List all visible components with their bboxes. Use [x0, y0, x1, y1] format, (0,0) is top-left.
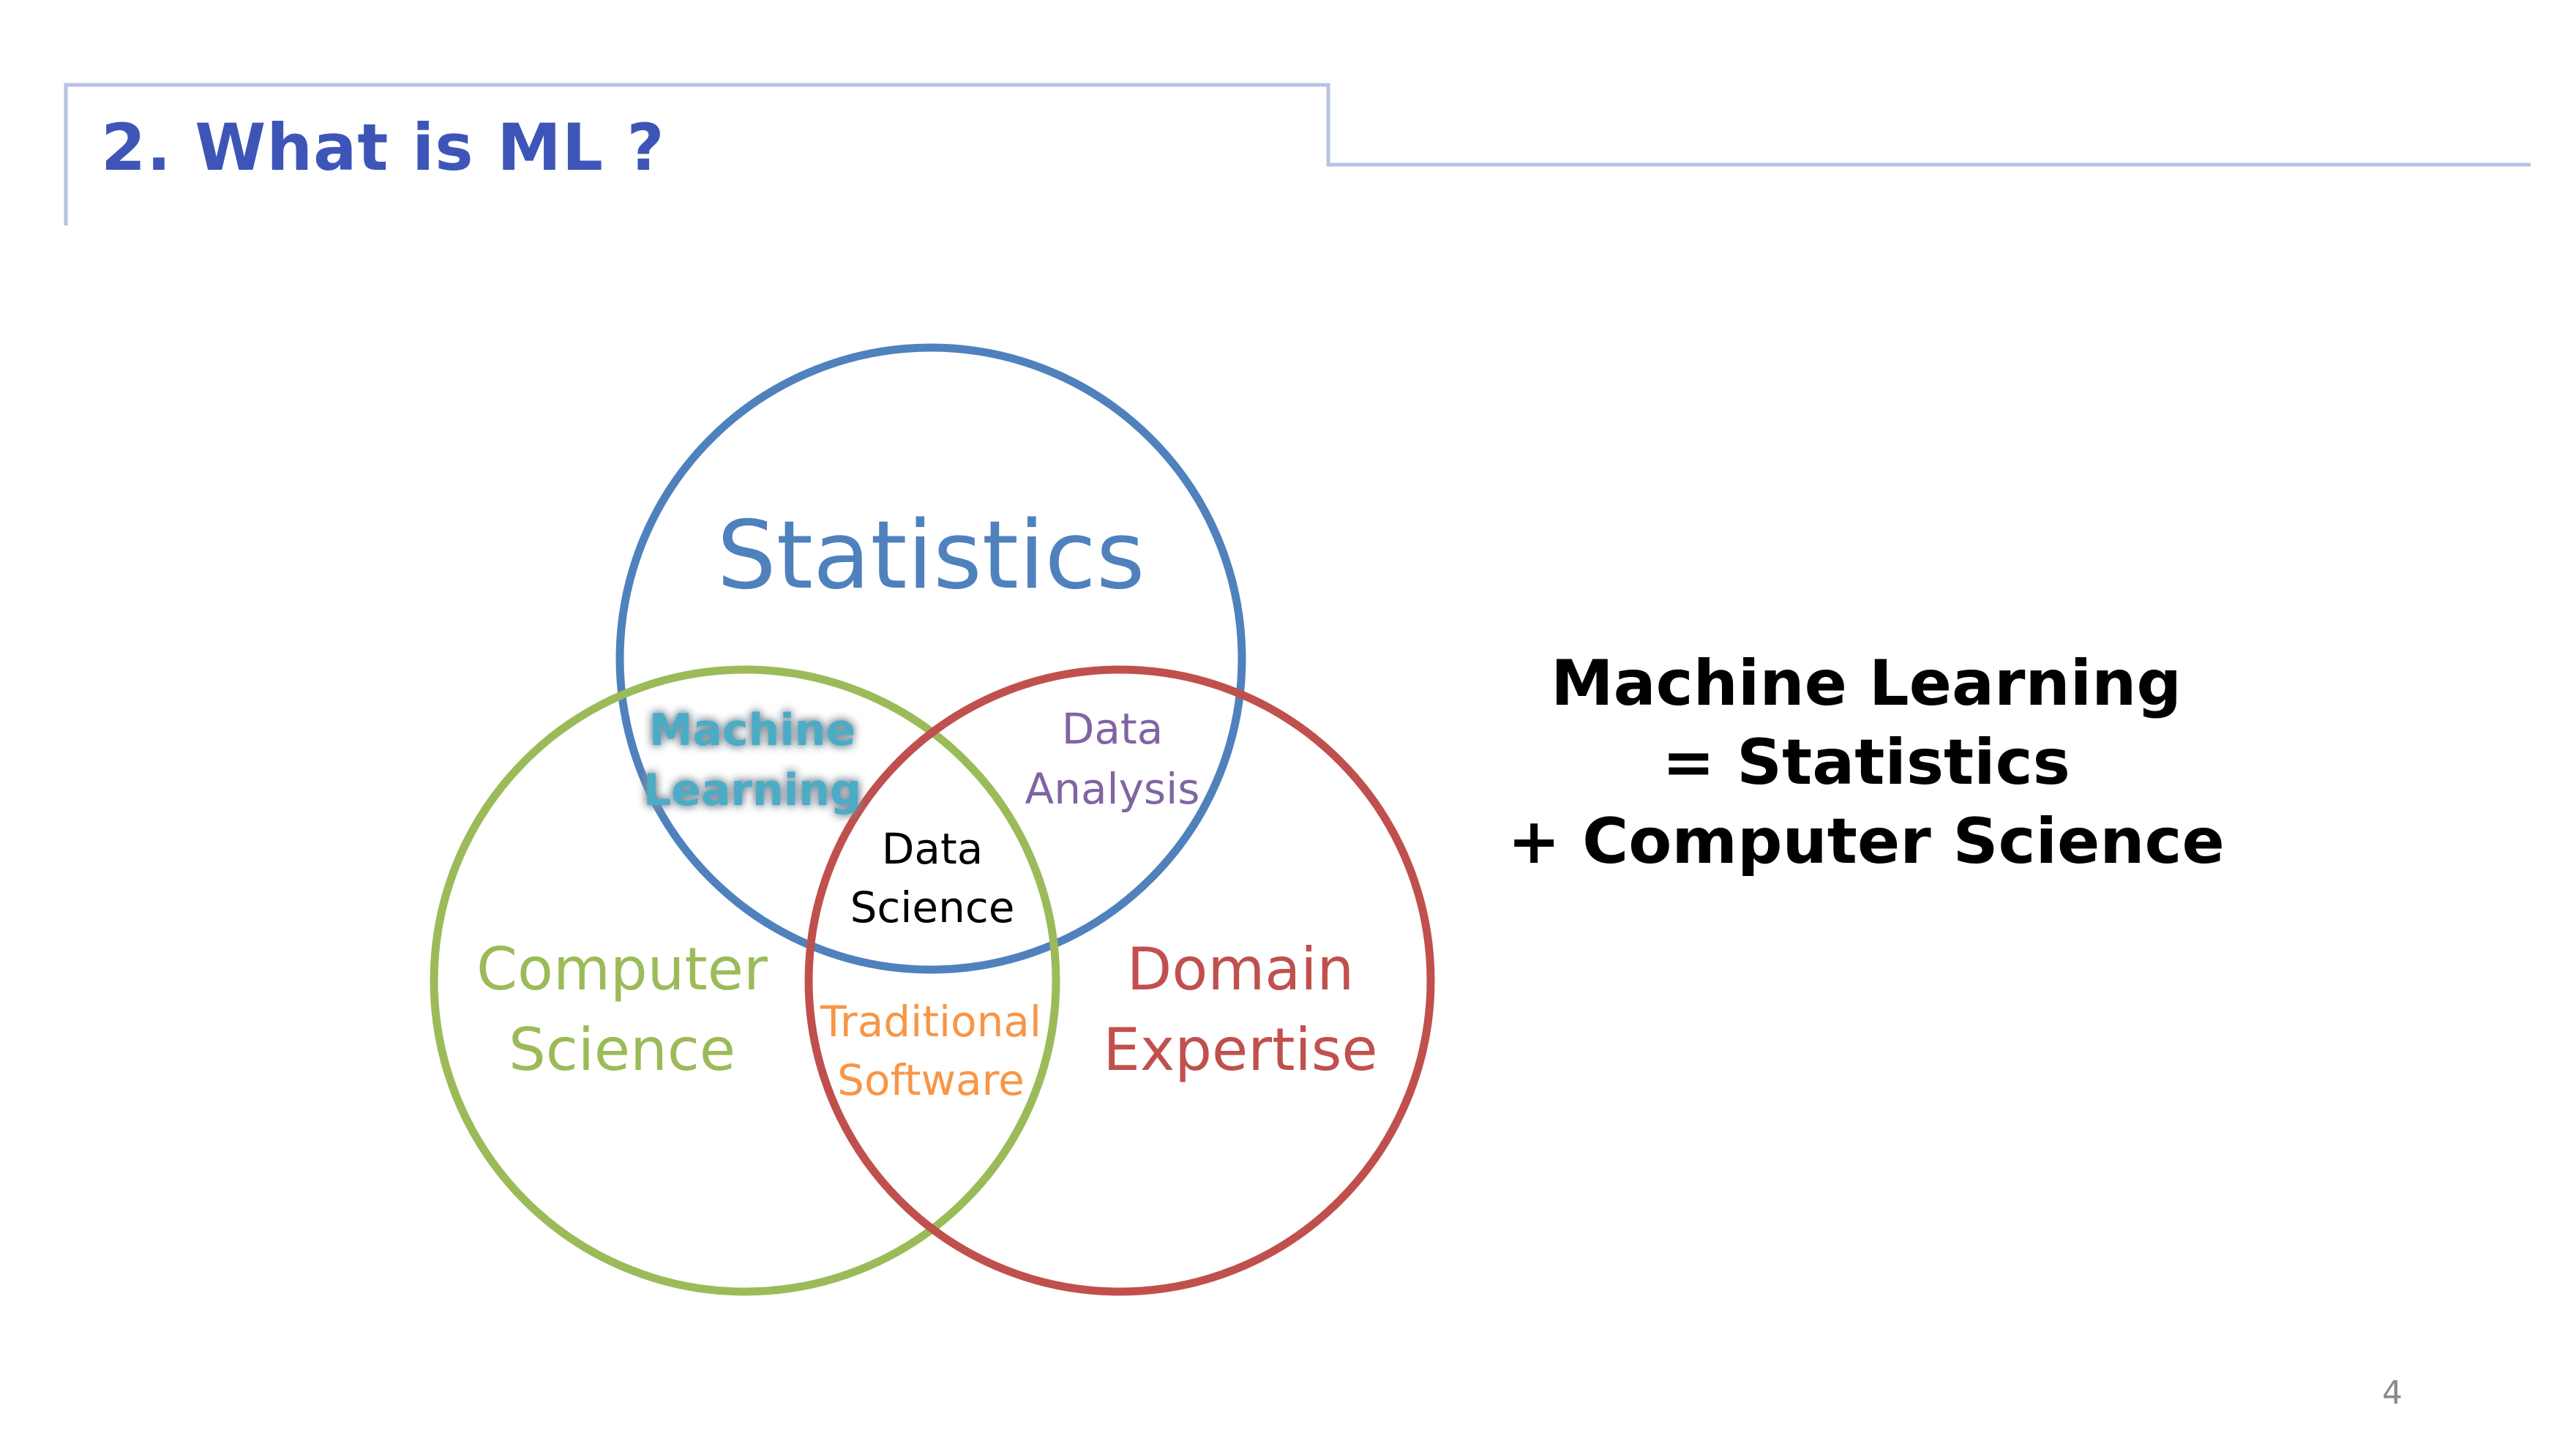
computer-science-label-line-2: Science [509, 1016, 735, 1084]
traditional-software-label-line-1: Traditional [820, 997, 1041, 1046]
data-science-label-line-1: Data [882, 824, 984, 874]
machine-learning-label: Machine Learning Machine Learning [643, 705, 861, 816]
equation-line-3: + Computer Science [1508, 805, 2225, 878]
data-science-label-line-2: Science [850, 883, 1015, 932]
domain-expertise-label-line-2: Expertise [1103, 1016, 1377, 1084]
machine-learning-label-line-2: Learning [643, 765, 861, 816]
slide: 2. What is ML ? Statistics Computer Scie… [0, 0, 2576, 1449]
equation-block: Machine Learning = Statistics + Computer… [1500, 644, 2232, 881]
computer-science-label-line-1: Computer [476, 935, 768, 1003]
page-number: 4 [2382, 1374, 2403, 1412]
equation-line-1: Machine Learning [1551, 647, 2182, 720]
equation-line-2: = Statistics [1662, 726, 2070, 799]
domain-expertise-label-line-1: Domain [1127, 935, 1354, 1003]
data-analysis-label-line-1: Data [1062, 704, 1164, 754]
statistics-label: Statistics [716, 501, 1145, 610]
traditional-software-label-line-2: Software [837, 1055, 1025, 1105]
data-analysis-label-line-2: Analysis [1025, 764, 1200, 814]
machine-learning-label-line-1: Machine [649, 705, 855, 756]
statistics-circle [615, 343, 1246, 974]
